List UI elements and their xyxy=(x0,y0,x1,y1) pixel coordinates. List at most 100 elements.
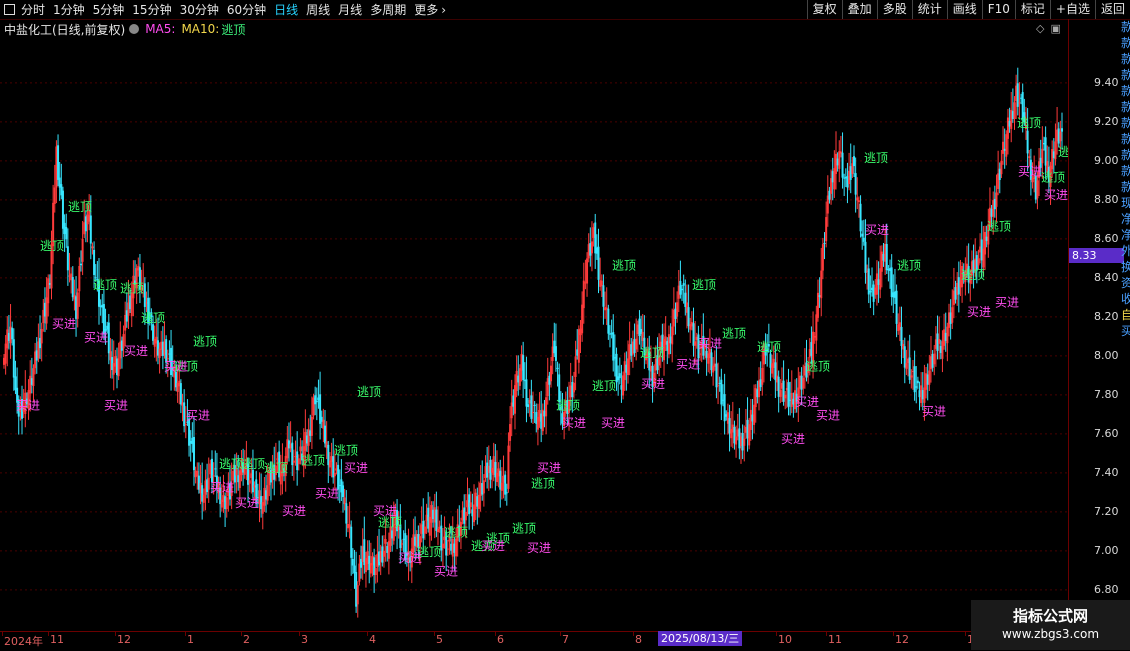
tab-1min[interactable]: 1分钟 xyxy=(53,1,85,18)
candle xyxy=(715,345,718,399)
tab-daily[interactable]: 日线 xyxy=(274,1,298,18)
candle xyxy=(679,260,682,299)
candle-body xyxy=(342,485,345,498)
multi-stock-button[interactable]: 多股 xyxy=(876,0,912,19)
ma10-label: MA10: xyxy=(181,22,220,36)
draw-line-button[interactable]: 画线 xyxy=(946,0,982,19)
sell-signal-label: 逃顶 xyxy=(897,258,921,272)
date-tick xyxy=(241,632,242,636)
tab-weekly[interactable]: 周线 xyxy=(306,1,330,18)
candle-body xyxy=(841,152,844,178)
candle-body xyxy=(869,290,872,293)
date-tick xyxy=(434,632,435,636)
candle-body xyxy=(618,373,621,379)
candle-body xyxy=(351,558,354,566)
back-button[interactable]: 返回 xyxy=(1094,0,1130,19)
candle-body xyxy=(1000,160,1003,175)
buy-signal-label: 买进 xyxy=(641,377,665,391)
buy-signal-label: 买进 xyxy=(537,461,561,475)
buy-signal-label: 买进 xyxy=(186,408,210,422)
candle xyxy=(1013,96,1016,130)
gear-icon[interactable] xyxy=(129,24,140,34)
sell-signal-label: 逃顶 xyxy=(987,219,1011,233)
tab-monthly[interactable]: 月线 xyxy=(338,1,362,18)
price-tick-label: 9.00 xyxy=(1094,153,1119,167)
candle-body xyxy=(900,326,903,346)
watermark: 指标公式网 www.zbgs3.com xyxy=(971,600,1130,650)
buy-signal-label: 买进 xyxy=(481,539,505,553)
candle-body xyxy=(671,326,674,345)
sell-signal-label: 逃顶 xyxy=(40,239,64,253)
date-tick xyxy=(367,632,368,636)
tab-15min[interactable]: 15分钟 xyxy=(132,1,171,18)
candle xyxy=(494,444,497,491)
buy-signal-label: 买进 xyxy=(104,399,128,413)
candlestick-chart[interactable]: 买进逃顶逃顶买进买进逃顶逃顶逃顶买进买进逃顶逃顶买进买进逃顶买进逃顶买进逃顶买进… xyxy=(0,37,1068,631)
tab-60min[interactable]: 60分钟 xyxy=(227,1,266,18)
statistics-button[interactable]: 统计 xyxy=(911,0,947,19)
candle-body xyxy=(743,438,746,446)
date-label: 1 xyxy=(187,633,194,646)
candle-body xyxy=(384,539,387,544)
candle-body xyxy=(210,458,213,483)
strip-char: 款 xyxy=(1121,20,1130,34)
buy-signal-label: 买进 xyxy=(922,405,946,419)
candle-body xyxy=(753,404,756,425)
candle-body xyxy=(91,246,94,249)
candle-body xyxy=(995,192,998,207)
candle-body xyxy=(310,416,313,436)
candle xyxy=(522,341,525,399)
diamond-icon[interactable]: ◇ xyxy=(1036,22,1044,35)
buy-signal-label: 买进 xyxy=(527,541,551,555)
f10-button[interactable]: F10 xyxy=(981,0,1015,19)
buy-signal-label: 买进 xyxy=(1018,165,1042,179)
buy-signal-label: 买进 xyxy=(676,358,700,372)
restore-rights-button[interactable]: 复权 xyxy=(806,0,842,19)
overlay-button[interactable]: 叠加 xyxy=(841,0,877,19)
candle-body xyxy=(717,385,720,387)
price-tick-label: 8.00 xyxy=(1094,348,1119,362)
buy-signal-label: 买进 xyxy=(16,399,40,413)
candle-body xyxy=(152,324,155,341)
window-icon[interactable]: ▣ xyxy=(1050,22,1060,35)
tab-multi-period[interactable]: 多周期 xyxy=(370,1,406,18)
candle-body xyxy=(343,497,346,505)
candle-body xyxy=(446,548,449,550)
date-label: 7 xyxy=(562,633,569,646)
layout-square-icon[interactable] xyxy=(4,4,15,15)
buy-signal-label: 买进 xyxy=(967,305,991,319)
period-tabs: 分时 1分钟 5分钟 15分钟 30分钟 60分钟 日线 周线 月线 多周期 更… xyxy=(4,0,462,19)
candle-body xyxy=(441,543,444,549)
candle-body xyxy=(183,402,186,427)
sell-signal-label: 逃顶 xyxy=(1041,171,1065,185)
sell-signal-label: 逃顶 xyxy=(512,522,536,536)
candle xyxy=(933,344,936,376)
candle-body xyxy=(682,283,685,286)
candle xyxy=(574,340,577,391)
grid-lines xyxy=(0,82,1068,591)
candle-body xyxy=(525,379,528,407)
candle-body xyxy=(984,231,987,255)
tab-30min[interactable]: 30分钟 xyxy=(180,1,219,18)
candle-body xyxy=(212,475,215,477)
candle-body xyxy=(825,217,828,242)
price-tick-label: 8.80 xyxy=(1094,192,1119,206)
candle-body xyxy=(895,290,898,324)
tab-fenshi[interactable]: 分时 xyxy=(21,1,45,18)
candle-body xyxy=(107,322,110,354)
strip-char: 外 xyxy=(1121,244,1130,258)
tab-5min[interactable]: 5分钟 xyxy=(93,1,125,18)
candle xyxy=(618,357,621,385)
strip-char: 款 xyxy=(1121,148,1130,162)
mark-button[interactable]: 标记 xyxy=(1014,0,1050,19)
chart-corner-icons: ◇ ▣ xyxy=(1036,22,1061,35)
candle-body xyxy=(554,346,557,361)
tab-more[interactable]: 更多 › xyxy=(414,1,454,18)
candle-body xyxy=(333,472,336,477)
candle-body xyxy=(400,543,403,545)
candle xyxy=(890,254,893,306)
candle-body xyxy=(89,215,92,244)
candle-body xyxy=(861,233,864,237)
add-watchlist-button[interactable]: +自选 xyxy=(1049,0,1095,19)
date-label: 10 xyxy=(778,633,792,646)
